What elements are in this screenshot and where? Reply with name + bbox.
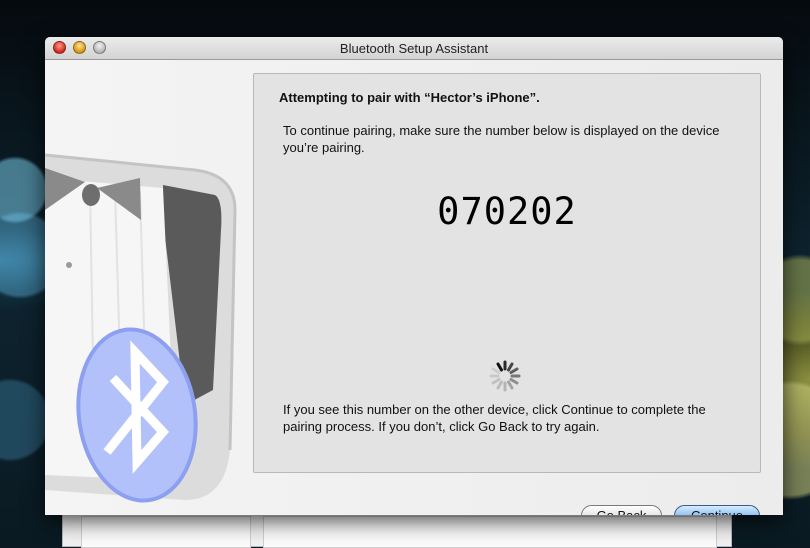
passkey-number: 070202: [437, 190, 577, 233]
continue-label: Continue: [675, 506, 759, 515]
progress-spinner-icon: [489, 360, 521, 392]
continue-button[interactable]: Continue: [674, 505, 760, 515]
pairing-instruction: To continue pairing, make sure the numbe…: [283, 123, 720, 155]
tuxedo-illustration: [45, 153, 237, 503]
go-back-button[interactable]: Go Back: [581, 505, 662, 515]
pairing-panel: Attempting to pair with “Hector’s iPhone…: [253, 73, 761, 473]
title-bar[interactable]: Bluetooth Setup Assistant: [45, 37, 783, 60]
go-back-label: Go Back: [582, 506, 661, 515]
background-window-column: [81, 516, 251, 548]
window-content: Attempting to pair with “Hector’s iPhone…: [45, 60, 783, 515]
pairing-footer-text: If you see this number on the other devi…: [283, 402, 706, 434]
pairing-heading: Attempting to pair with “Hector’s iPhone…: [279, 90, 540, 105]
background-window-column: [263, 516, 717, 548]
window-title: Bluetooth Setup Assistant: [339, 41, 489, 56]
bluetooth-setup-window: Bluetooth Setup Assistant Attempting to …: [45, 37, 783, 515]
